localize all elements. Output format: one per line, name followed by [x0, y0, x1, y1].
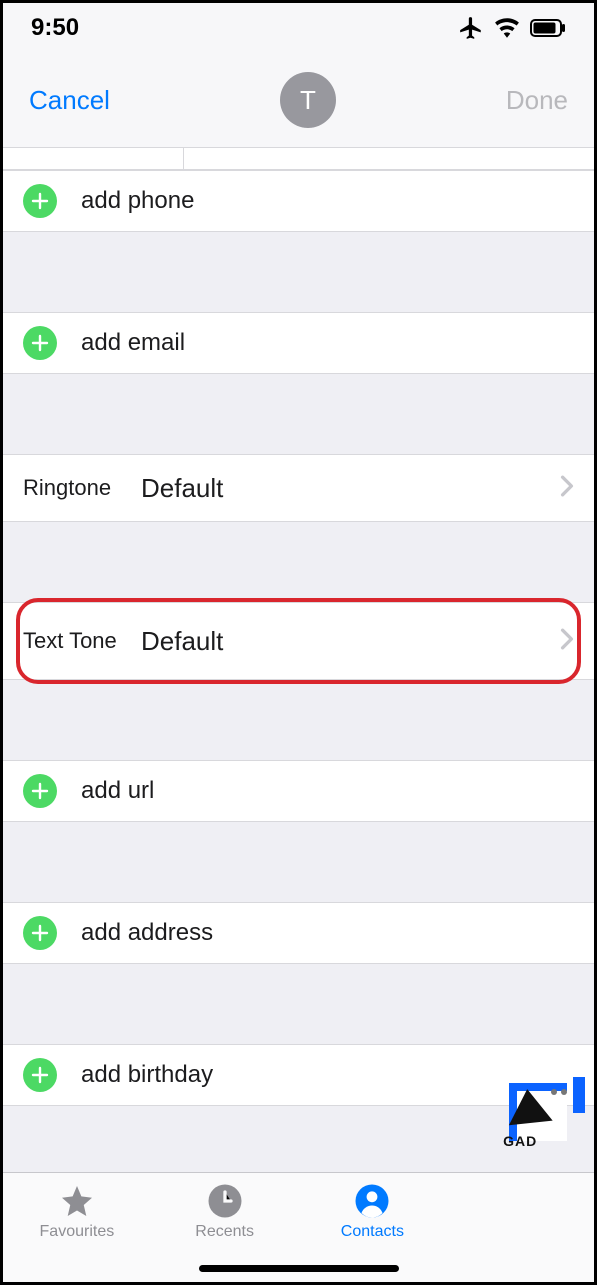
ringtone-value: Default — [141, 473, 223, 504]
avatar-initial: T — [300, 85, 316, 116]
tab-bar: Favourites Recents Contacts GAD — [3, 1172, 594, 1282]
plus-icon — [23, 326, 57, 360]
text-tone-row[interactable]: Text Tone Default — [3, 602, 594, 680]
cancel-button[interactable]: Cancel — [29, 85, 110, 116]
tab-contacts[interactable]: Contacts — [307, 1183, 437, 1241]
contact-avatar[interactable]: T — [280, 72, 336, 128]
status-time: 9:50 — [31, 14, 79, 42]
plus-icon — [23, 1058, 57, 1092]
tab-label: Contacts — [341, 1223, 404, 1241]
text-tone-value: Default — [141, 626, 223, 657]
watermark-text: GAD — [503, 1133, 537, 1149]
add-birthday-label: add birthday — [81, 1061, 213, 1089]
done-button[interactable]: Done — [506, 85, 568, 116]
name-fields-bottom-strip — [3, 148, 594, 170]
ringtone-label: Ringtone — [23, 475, 135, 501]
text-tone-label: Text Tone — [23, 628, 135, 654]
wifi-icon — [494, 18, 520, 38]
add-email-label: add email — [81, 329, 185, 357]
home-indicator[interactable] — [199, 1265, 399, 1272]
add-email-row[interactable]: add email — [3, 312, 594, 374]
plus-icon — [23, 184, 57, 218]
chevron-right-icon — [560, 475, 574, 502]
add-address-row[interactable]: add address — [3, 902, 594, 964]
add-address-label: add address — [81, 919, 213, 947]
battery-icon — [530, 19, 566, 37]
add-phone-row[interactable]: add phone — [3, 170, 594, 232]
nav-bar: Cancel T Done — [3, 53, 594, 148]
status-bar: 9:50 — [3, 3, 594, 53]
field-divider — [183, 148, 184, 170]
tab-recents[interactable]: Recents — [160, 1183, 290, 1241]
tab-label: Recents — [195, 1223, 254, 1241]
add-url-label: add url — [81, 777, 154, 805]
watermark-overlay: GAD — [503, 1077, 585, 1149]
tab-label: Favourites — [40, 1223, 115, 1241]
plus-icon — [23, 774, 57, 808]
add-phone-label: add phone — [81, 187, 194, 215]
chevron-right-icon — [560, 628, 574, 655]
plus-icon — [23, 916, 57, 950]
ringtone-row[interactable]: Ringtone Default — [3, 454, 594, 522]
status-right — [458, 15, 566, 41]
clock-icon — [207, 1183, 243, 1219]
star-icon — [58, 1183, 96, 1219]
tab-favourites[interactable]: Favourites — [12, 1183, 142, 1241]
add-url-row[interactable]: add url — [3, 760, 594, 822]
person-circle-icon — [354, 1183, 390, 1219]
airplane-mode-icon — [458, 15, 484, 41]
